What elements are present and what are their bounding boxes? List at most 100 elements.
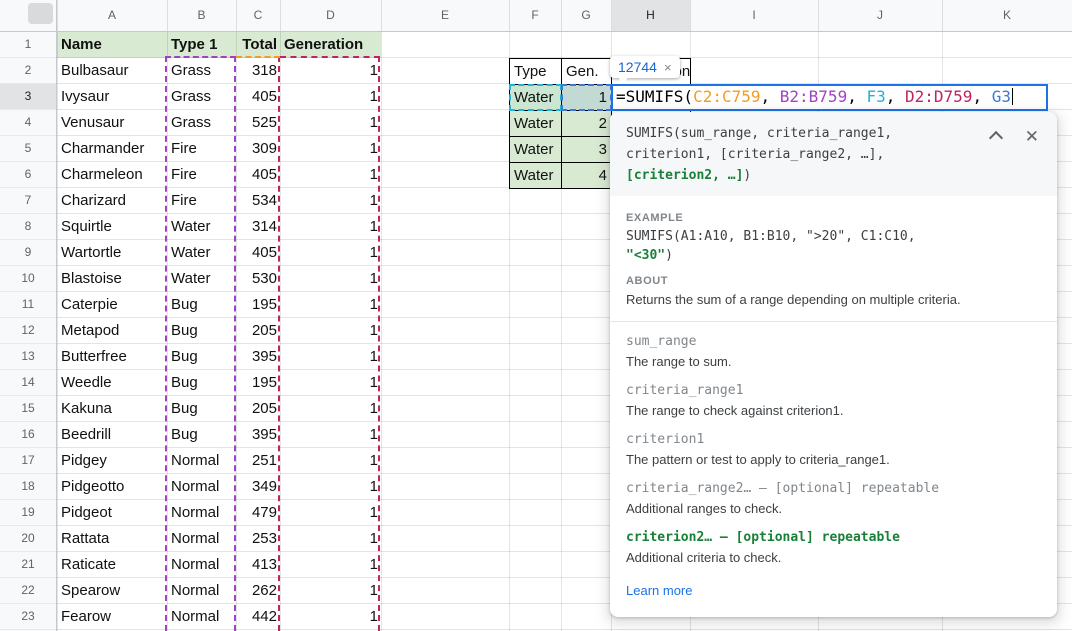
cell-D4[interactable]: 1 (280, 110, 381, 136)
cell-C2[interactable]: 318 (236, 58, 280, 84)
cell-C17[interactable]: 251 (236, 448, 280, 474)
cell-G2[interactable]: Gen. (562, 59, 612, 85)
cell-C5[interactable]: 309 (236, 136, 280, 162)
cell-C1[interactable]: Total (236, 32, 280, 58)
cell-G4[interactable]: 2 (562, 111, 612, 137)
cell-C22[interactable]: 262 (236, 578, 280, 604)
cell-G3[interactable]: 1 (562, 85, 612, 111)
cell-C19[interactable]: 479 (236, 500, 280, 526)
cell-B10[interactable]: Water (167, 266, 236, 292)
cell-F2[interactable]: Type (510, 59, 562, 85)
cell-A13[interactable]: Butterfree (57, 344, 167, 370)
row-header-11[interactable]: 11 (0, 292, 56, 318)
cell-B12[interactable]: Bug (167, 318, 236, 344)
row-header-5[interactable]: 5 (0, 136, 56, 162)
cell-A17[interactable]: Pidgey (57, 448, 167, 474)
row-header-21[interactable]: 21 (0, 552, 56, 578)
cell-A9[interactable]: Wartortle (57, 240, 167, 266)
cell-C3[interactable]: 405 (236, 84, 280, 110)
cell-C23[interactable]: 442 (236, 604, 280, 630)
cell-C15[interactable]: 205 (236, 396, 280, 422)
cell-C9[interactable]: 405 (236, 240, 280, 266)
cell-A19[interactable]: Pidgeot (57, 500, 167, 526)
cell-C8[interactable]: 314 (236, 214, 280, 240)
cell-D6[interactable]: 1 (280, 162, 381, 188)
row-header-4[interactable]: 4 (0, 110, 56, 136)
cell-B1[interactable]: Type 1 (167, 32, 236, 58)
cell-F3[interactable]: Water (510, 85, 562, 111)
cell-B9[interactable]: Water (167, 240, 236, 266)
cell-A21[interactable]: Raticate (57, 552, 167, 578)
cell-B16[interactable]: Bug (167, 422, 236, 448)
cell-D1[interactable]: Generation (280, 32, 381, 58)
cell-B15[interactable]: Bug (167, 396, 236, 422)
cell-D21[interactable]: 1 (280, 552, 381, 578)
cell-C14[interactable]: 195 (236, 370, 280, 396)
row-header-22[interactable]: 22 (0, 578, 56, 604)
row-header-20[interactable]: 20 (0, 526, 56, 552)
cell-B5[interactable]: Fire (167, 136, 236, 162)
cell-C11[interactable]: 195 (236, 292, 280, 318)
cell-B2[interactable]: Grass (167, 58, 236, 84)
cell-C21[interactable]: 413 (236, 552, 280, 578)
cell-A6[interactable]: Charmeleon (57, 162, 167, 188)
column-header-K[interactable]: K (942, 0, 1072, 31)
cell-A12[interactable]: Metapod (57, 318, 167, 344)
cell-A16[interactable]: Beedrill (57, 422, 167, 448)
cell-B21[interactable]: Normal (167, 552, 236, 578)
column-header-B[interactable]: B (167, 0, 236, 31)
column-header-I[interactable]: I (690, 0, 818, 31)
cell-D2[interactable]: 1 (280, 58, 381, 84)
cell-D9[interactable]: 1 (280, 240, 381, 266)
row-header-19[interactable]: 19 (0, 500, 56, 526)
cell-C20[interactable]: 253 (236, 526, 280, 552)
cell-D3[interactable]: 1 (280, 84, 381, 110)
cell-D10[interactable]: 1 (280, 266, 381, 292)
cell-B18[interactable]: Normal (167, 474, 236, 500)
cell-A4[interactable]: Venusaur (57, 110, 167, 136)
row-header-1[interactable]: 1 (0, 32, 56, 58)
cell-A2[interactable]: Bulbasaur (57, 58, 167, 84)
cell-C12[interactable]: 205 (236, 318, 280, 344)
cell-C6[interactable]: 405 (236, 162, 280, 188)
column-header-G[interactable]: G (561, 0, 611, 31)
row-header-10[interactable]: 10 (0, 266, 56, 292)
row-header-17[interactable]: 17 (0, 448, 56, 474)
cell-F6[interactable]: Water (510, 163, 562, 189)
cell-C18[interactable]: 349 (236, 474, 280, 500)
row-header-12[interactable]: 12 (0, 318, 56, 344)
cell-A7[interactable]: Charizard (57, 188, 167, 214)
cell-D8[interactable]: 1 (280, 214, 381, 240)
cell-C7[interactable]: 534 (236, 188, 280, 214)
column-header-D[interactable]: D (280, 0, 381, 31)
cell-B11[interactable]: Bug (167, 292, 236, 318)
row-header-13[interactable]: 13 (0, 344, 56, 370)
select-all-corner[interactable] (0, 0, 57, 32)
cell-B8[interactable]: Water (167, 214, 236, 240)
row-header-16[interactable]: 16 (0, 422, 56, 448)
cell-A22[interactable]: Spearow (57, 578, 167, 604)
row-header-9[interactable]: 9 (0, 240, 56, 266)
cell-B20[interactable]: Normal (167, 526, 236, 552)
cell-B14[interactable]: Bug (167, 370, 236, 396)
cell-A1[interactable]: Name (57, 32, 167, 58)
row-header-15[interactable]: 15 (0, 396, 56, 422)
cell-A23[interactable]: Fearow (57, 604, 167, 630)
close-icon[interactable]: ✕ (1025, 128, 1039, 145)
cell-A11[interactable]: Caterpie (57, 292, 167, 318)
row-header-3[interactable]: 3 (0, 84, 56, 110)
cell-D20[interactable]: 1 (280, 526, 381, 552)
column-header-E[interactable]: E (381, 0, 509, 31)
cell-A14[interactable]: Weedle (57, 370, 167, 396)
cell-D18[interactable]: 1 (280, 474, 381, 500)
cell-B7[interactable]: Fire (167, 188, 236, 214)
cell-A15[interactable]: Kakuna (57, 396, 167, 422)
column-header-C[interactable]: C (236, 0, 280, 31)
row-header-23[interactable]: 23 (0, 604, 56, 630)
cell-D7[interactable]: 1 (280, 188, 381, 214)
cell-A8[interactable]: Squirtle (57, 214, 167, 240)
cell-D11[interactable]: 1 (280, 292, 381, 318)
column-header-H[interactable]: H (611, 0, 690, 31)
cell-A10[interactable]: Blastoise (57, 266, 167, 292)
column-header-F[interactable]: F (509, 0, 561, 31)
